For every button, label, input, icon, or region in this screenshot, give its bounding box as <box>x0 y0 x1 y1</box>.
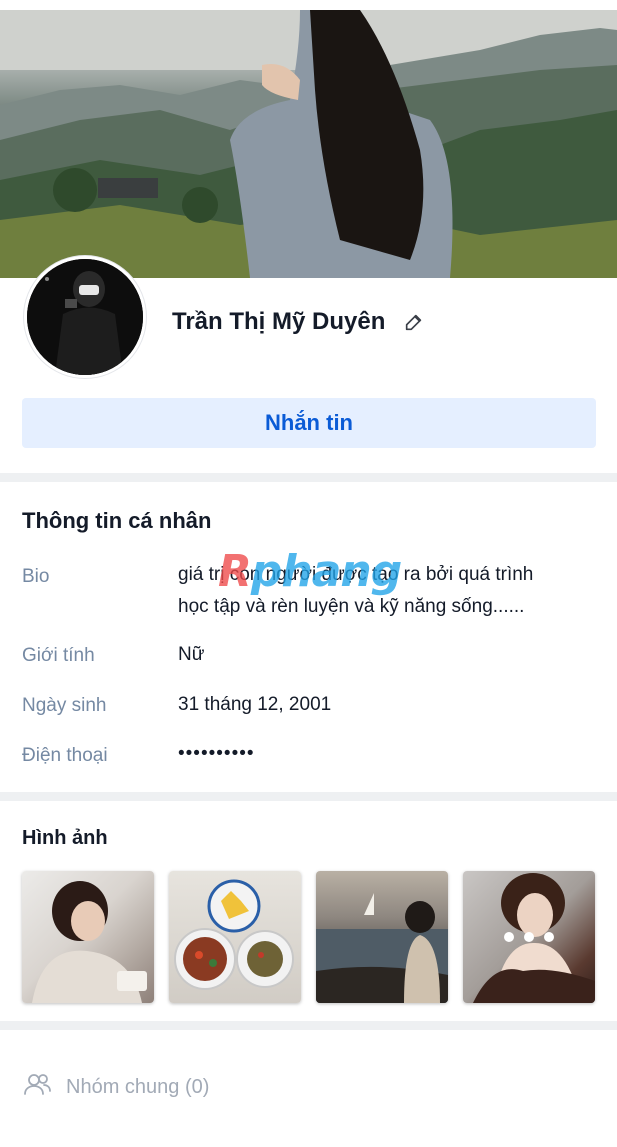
watermark-part-2: phang <box>250 546 402 597</box>
avatar[interactable] <box>24 256 146 378</box>
bio-label: Bio <box>22 566 50 587</box>
photo-thumbnail[interactable] <box>316 871 448 1003</box>
name-row: Trần Thị Mỹ Duyên <box>172 308 425 336</box>
pencil-icon[interactable] <box>403 311 425 333</box>
photo-grid <box>22 871 595 1003</box>
section-divider <box>0 473 617 482</box>
photo-thumbnail[interactable] <box>463 871 595 1003</box>
personal-info-title: Thông tin cá nhân <box>22 508 212 533</box>
cover-landscape <box>0 10 617 278</box>
photo-thumbnail[interactable] <box>22 871 154 1003</box>
more-dots-icon[interactable] <box>463 871 595 1003</box>
common-groups-row[interactable]: Nhóm chung (0) <box>22 1070 209 1105</box>
profile-page: Trần Thị Mỹ Duyên Nhắn tin Thông tin cá … <box>0 0 617 1147</box>
common-groups-label: Nhóm chung (0) <box>66 1076 210 1098</box>
avatar-image <box>27 259 143 375</box>
phone-value: •••••••••• <box>178 743 255 764</box>
watermark-logo: Rphang <box>218 546 402 597</box>
photo-image <box>32 881 147 1003</box>
watermark-part-1: R <box>218 546 252 597</box>
section-divider <box>0 792 617 801</box>
birthday-label: Ngày sinh <box>22 695 107 716</box>
group-icon <box>22 1070 52 1105</box>
section-divider <box>0 1021 617 1030</box>
phone-label: Điện thoại <box>22 745 108 766</box>
profile-name: Trần Thị Mỹ Duyên <box>172 308 386 335</box>
photo-thumbnail[interactable] <box>169 871 301 1003</box>
cover-photo[interactable] <box>0 10 617 278</box>
photo-image <box>316 893 448 1003</box>
birthday-value: 31 tháng 12, 2001 <box>178 694 332 715</box>
gender-label: Giới tính <box>22 645 95 666</box>
gender-value: Nữ <box>178 644 205 665</box>
photo-image <box>174 879 294 990</box>
photos-title: Hình ảnh <box>22 827 108 849</box>
message-button[interactable]: Nhắn tin <box>22 398 596 448</box>
